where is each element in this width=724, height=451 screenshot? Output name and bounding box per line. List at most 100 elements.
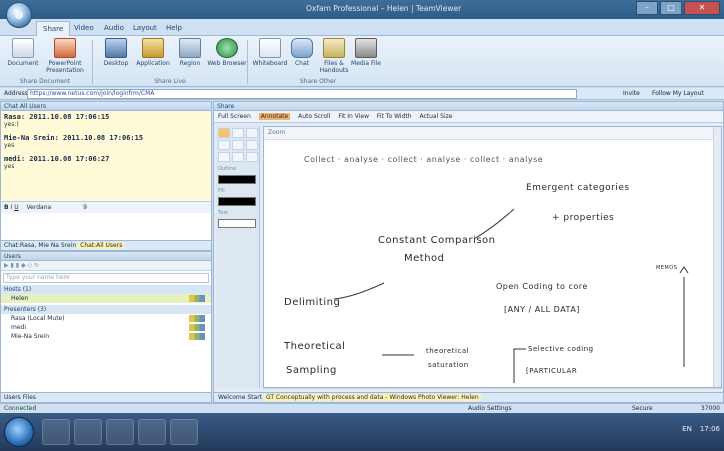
taskbar-app-icon[interactable] xyxy=(42,419,70,445)
whiteboard-canvas[interactable]: Zoom Collect · analyse · collect · analy… xyxy=(263,126,722,388)
taskbar-app-icon[interactable] xyxy=(74,419,102,445)
font-select[interactable]: Verdana xyxy=(27,204,52,211)
taskbar-app-icon[interactable] xyxy=(138,419,166,445)
maximize-button[interactable]: □ xyxy=(660,1,682,15)
whiteboard-icon xyxy=(259,38,281,58)
speed-indicator: 37000 xyxy=(700,405,720,412)
user-status-icons xyxy=(189,333,205,340)
underline-button[interactable]: U xyxy=(14,204,18,211)
app-orb-button[interactable] xyxy=(6,2,32,28)
users-toolbar: ▶ ▮ ▮ ◆ ◇ ↻ xyxy=(1,261,211,271)
status-bar: Connected Audio Settings Secure 37000 xyxy=(0,403,724,413)
fit-in-view-button[interactable]: Fit In View xyxy=(338,113,369,120)
auto-scroll-button[interactable]: Auto Scroll xyxy=(298,113,330,120)
pointer-tool-icon[interactable] xyxy=(218,128,230,138)
tab-shared-document[interactable]: GT Conceptually with process and data - … xyxy=(263,394,481,401)
user-item[interactable]: Helen xyxy=(1,294,211,303)
line-tool-icon[interactable] xyxy=(218,140,230,150)
chat-message-header: medi: 2011.10.08 17:06:27 xyxy=(4,155,110,163)
arrow-tool-icon[interactable] xyxy=(232,152,244,162)
group-hosts[interactable]: Hosts (1) xyxy=(1,285,211,294)
tab-help[interactable]: Help xyxy=(160,21,188,36)
chat-input[interactable] xyxy=(1,213,211,241)
text-tool-icon[interactable] xyxy=(246,140,258,150)
user-item[interactable]: Mie-Na Srein xyxy=(1,332,211,341)
tab-video[interactable]: Video xyxy=(68,21,100,36)
title-bar: Oxfam Professional – Helen | TeamViewer … xyxy=(0,0,724,28)
clock[interactable]: 17:06 xyxy=(700,425,720,433)
chat-panel: Chat All Users Rasa: 2011.10.08 17:06:15… xyxy=(0,101,212,251)
actual-size-button[interactable]: Actual Size xyxy=(419,113,452,120)
chat-icon xyxy=(291,38,313,58)
pen-tool-icon[interactable] xyxy=(232,128,244,138)
region-button[interactable]: Region xyxy=(169,38,211,67)
rect-tool-icon[interactable] xyxy=(232,140,244,150)
annotate-button[interactable]: Annotate xyxy=(258,113,291,120)
tab-layout[interactable]: Layout xyxy=(127,21,163,36)
fit-to-width-button[interactable]: Fit To Width xyxy=(377,113,412,120)
application-button[interactable]: Application xyxy=(132,38,174,67)
address-label: Address xyxy=(4,90,28,97)
chat-message-header: Rasa: 2011.10.08 17:06:15 xyxy=(4,113,110,121)
user-item[interactable]: Rasa (Local Mute) xyxy=(1,314,211,323)
chat-message-header: Mie-Na Srein: 2011.10.08 17:06:15 xyxy=(4,134,144,142)
powerpoint-button[interactable]: PowerPoint Presentation xyxy=(44,38,86,74)
share-panel-header: Share xyxy=(214,102,723,111)
document-button[interactable]: Document xyxy=(2,38,44,67)
taskbar-app-icon[interactable] xyxy=(106,419,134,445)
full-screen-button[interactable]: Full Screen xyxy=(218,113,251,120)
ribbon: Document PowerPoint Presentation Share D… xyxy=(0,36,724,87)
address-bar: Address https://www.netus.com/join/login… xyxy=(0,88,724,100)
fill-color-swatch[interactable] xyxy=(218,197,256,206)
taskbar: EN 17:06 xyxy=(0,413,724,451)
connection-status: Connected xyxy=(4,405,37,412)
outline-color-swatch[interactable] xyxy=(218,175,256,184)
tab-files[interactable]: Files xyxy=(23,394,36,401)
tab-share[interactable]: Share xyxy=(36,21,71,36)
tool-palette xyxy=(218,128,258,162)
media-file-button[interactable]: Media File xyxy=(345,38,387,67)
users-filter-input[interactable]: Type your name here xyxy=(3,273,209,283)
desktop-button[interactable]: Desktop xyxy=(95,38,137,67)
outline-label: Outline xyxy=(218,166,237,172)
user-item[interactable]: medi xyxy=(1,323,211,332)
follow-layout-button[interactable]: Follow My Layout xyxy=(652,90,704,97)
files-icon xyxy=(323,38,345,58)
chat-panel-header: Chat All Users xyxy=(1,102,211,111)
start-button[interactable] xyxy=(4,417,34,447)
chat-message-body: yes:) xyxy=(4,121,19,128)
fill-label: Fill xyxy=(218,188,225,194)
vertical-scrollbar[interactable] xyxy=(713,127,721,387)
close-button[interactable]: ✕ xyxy=(684,1,720,15)
audio-settings-button[interactable]: Audio Settings xyxy=(468,404,512,413)
secure-indicator: Secure xyxy=(632,405,653,412)
language-indicator[interactable]: EN xyxy=(682,425,692,433)
web-browser-button[interactable]: Web Browser xyxy=(206,38,248,67)
region-icon xyxy=(179,38,201,58)
tab-users[interactable]: Users xyxy=(4,394,21,401)
tab-welcome[interactable]: Welcome xyxy=(218,394,245,401)
group-label-share-live: Share Live xyxy=(154,78,186,85)
user-status-icons xyxy=(189,324,205,331)
bold-button[interactable]: B xyxy=(4,204,9,211)
user-status-icons xyxy=(189,315,205,322)
tab-start[interactable]: Start xyxy=(247,394,262,401)
italic-button[interactable]: I xyxy=(11,204,13,211)
taskbar-app-icon[interactable] xyxy=(170,419,198,445)
invite-button[interactable]: Invite xyxy=(623,90,640,97)
font-size-select[interactable]: 9 xyxy=(83,204,87,211)
tab-audio[interactable]: Audio xyxy=(98,21,130,36)
tab-chat-all-users[interactable]: Chat:All Users xyxy=(78,242,125,249)
text-size-select[interactable] xyxy=(218,219,256,228)
tab-chat-private[interactable]: Chat:Rasa, Mie Na Srein xyxy=(4,242,76,249)
group-presenters[interactable]: Presenters (3) xyxy=(1,305,211,314)
users-footer-tabs: Users Files xyxy=(1,392,211,402)
chat-message-body: yes xyxy=(4,142,15,149)
user-status-icons xyxy=(189,295,205,302)
address-input[interactable]: https://www.netus.com/join/loginfrm/CMA xyxy=(27,89,577,99)
document-icon xyxy=(12,38,34,58)
ellipse-tool-icon[interactable] xyxy=(218,152,230,162)
eraser-tool-icon[interactable] xyxy=(246,152,258,162)
minimize-button[interactable]: – xyxy=(636,1,658,15)
highlighter-tool-icon[interactable] xyxy=(246,128,258,138)
